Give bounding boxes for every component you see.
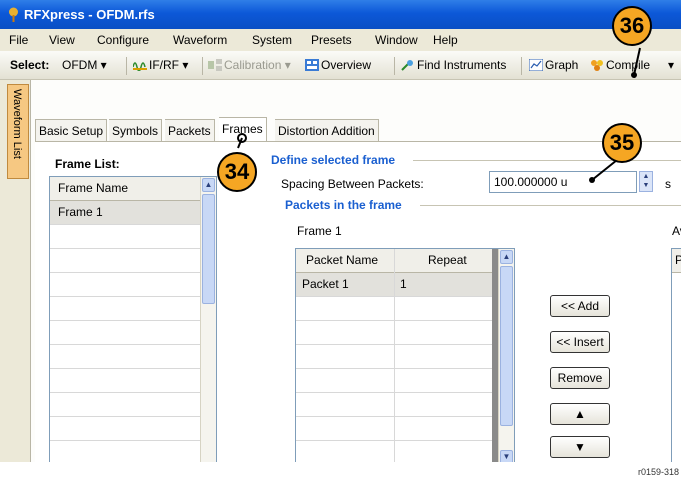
callout-34: 34 — [217, 152, 257, 192]
callout-35: 35 — [602, 123, 642, 163]
callout-35-leader — [591, 159, 618, 181]
callout-36: 36 — [612, 6, 652, 46]
callout-36-leader — [633, 47, 641, 76]
figure-code: r0159-318 — [637, 467, 679, 477]
callout-36-dot — [631, 72, 637, 78]
callout-35-dot — [589, 177, 595, 183]
callout-leaders — [237, 47, 641, 183]
